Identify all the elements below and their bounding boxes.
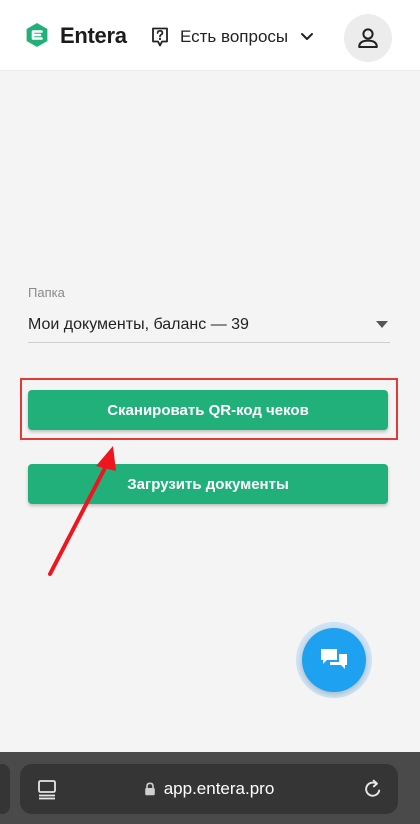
previous-tab[interactable] [0,764,10,814]
chat-icon [321,649,347,669]
folder-field: Папка Мои документы, баланс — 39 [28,284,390,343]
caret-down-icon [376,321,388,328]
help-label: Есть вопросы [180,27,289,46]
url-text: app.entera.pro [163,779,275,798]
reload-icon[interactable] [362,778,384,800]
folder-select[interactable]: Мои документы, баланс — 39 [28,308,390,343]
chat-fab-ring [296,622,372,698]
user-icon [358,28,378,48]
entera-logo-icon[interactable] [24,22,50,48]
url-display: app.entera.pro [20,764,398,814]
account-button[interactable] [344,14,392,62]
browser-bar: app.entera.pro [0,752,420,824]
lock-icon [144,782,155,796]
help-dropdown[interactable]: Есть вопросы [150,24,314,50]
brand-name: Entera [60,23,127,48]
scan-qr-button[interactable]: Сканировать QR-код чеков [28,390,388,430]
folder-value: Мои документы, баланс — 39 [28,316,249,333]
address-bar[interactable]: app.entera.pro [20,764,398,814]
folder-label: Папка [28,285,65,300]
chat-button[interactable] [302,628,366,692]
question-icon [152,27,168,47]
upload-documents-button[interactable]: Загрузить документы [28,464,388,504]
chevron-down-icon [301,33,314,40]
app-header: Entera Есть вопросы [0,0,420,71]
